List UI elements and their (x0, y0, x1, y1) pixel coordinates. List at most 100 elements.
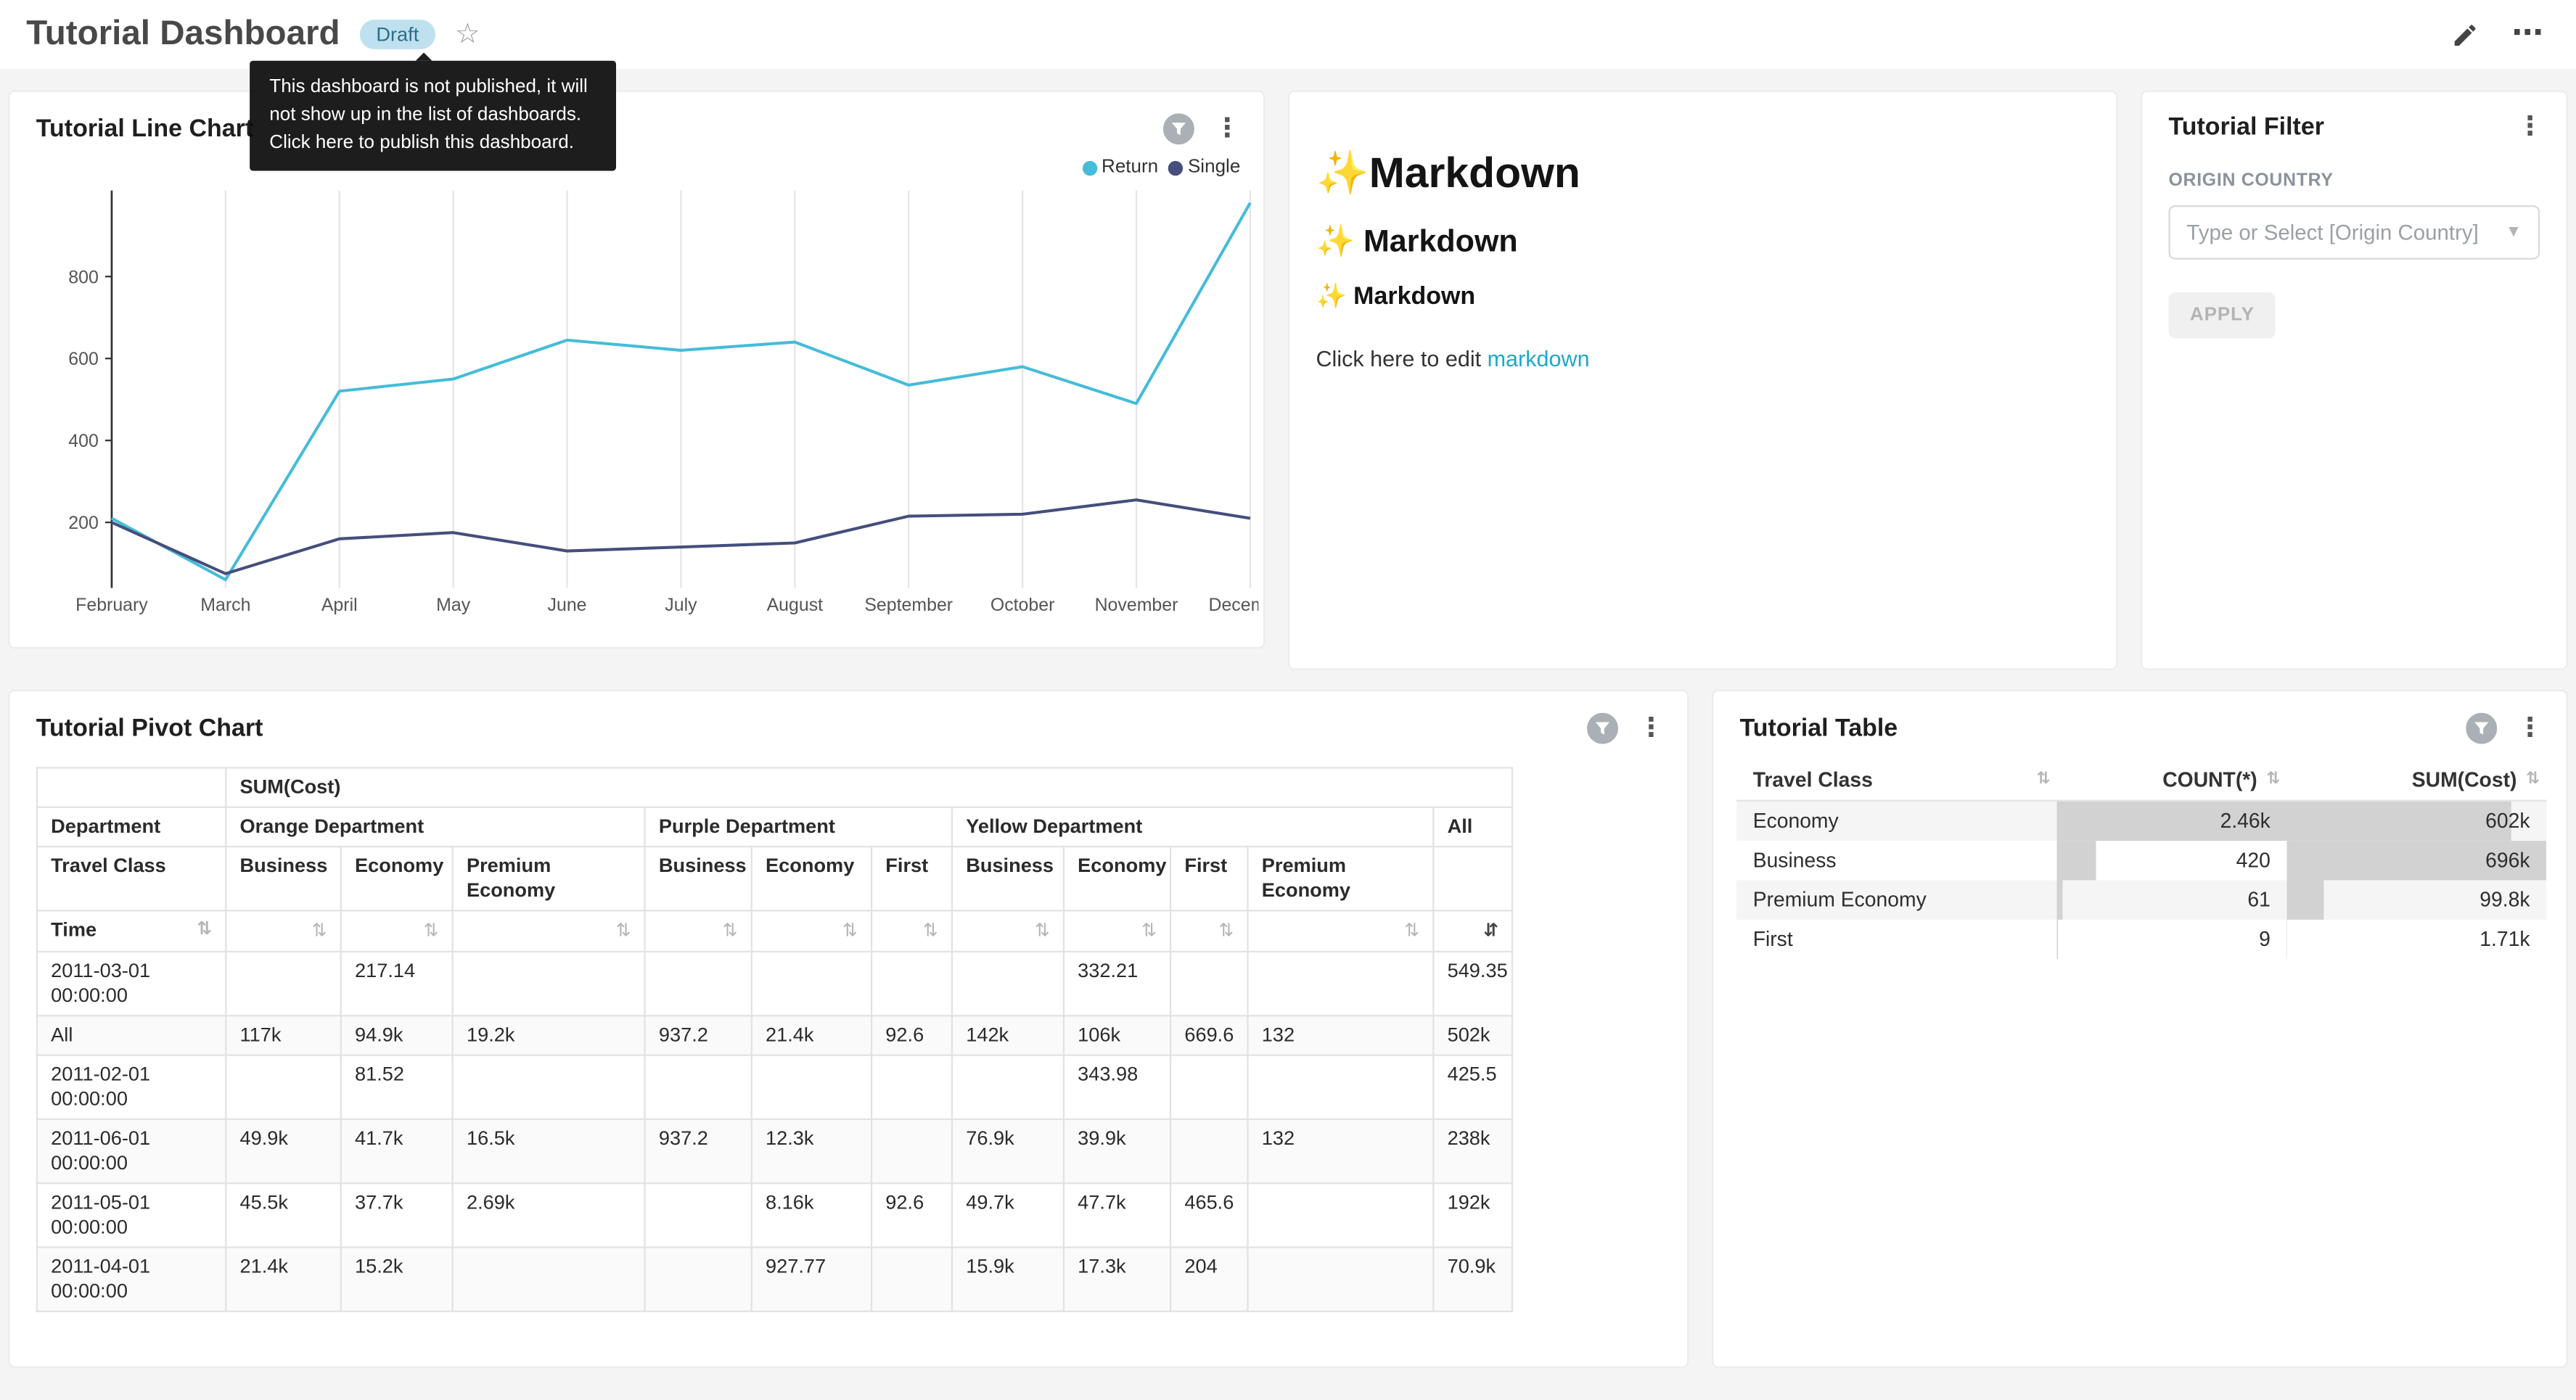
pivot-cell: 937.2 (645, 1119, 752, 1183)
table-cell-count: 61 (2057, 881, 2287, 920)
pivot-cell: 465.6 (1170, 1183, 1247, 1247)
sort-icon[interactable]: ⇅ (1141, 921, 1157, 941)
markdown-heading-2: ✨ Markdown (1316, 222, 2089, 261)
filter-indicator-icon[interactable] (2466, 713, 2497, 744)
pivot-cell: 94.9k (341, 1016, 453, 1055)
legend-item-return[interactable]: Return (1082, 157, 1158, 177)
pivot-cell: 217.14 (341, 952, 453, 1016)
favorite-star-icon[interactable]: ☆ (455, 18, 480, 51)
sort-icon[interactable]: ⇅ (842, 921, 858, 941)
sort-icon[interactable]: ⇅ (923, 921, 938, 941)
x-tick-label: September (864, 595, 953, 615)
table-row: Economy2.46k602k (1736, 801, 2546, 841)
table-cell-sum: 99.8k (2286, 881, 2546, 920)
pivot-cell (871, 1248, 952, 1312)
tutorial-table-card: Tutorial Table ⋮ Travel Class⇅ COUNT(*)⇅… (1712, 690, 2568, 1368)
sort-icon[interactable]: ⇅ (2526, 770, 2540, 788)
table-cell-sum: 696k (2286, 841, 2546, 880)
pivot-cell: 92.6 (871, 1016, 952, 1055)
table-title: Tutorial Table (1740, 715, 1898, 742)
line-chart-svg: FebruaryMarchAprilMayJuneJulyAugustSepte… (10, 178, 1259, 625)
kebab-menu-icon[interactable]: ⋮ (1638, 717, 1664, 740)
pivot-cell: 132 (1248, 1119, 1434, 1183)
pivot-sort-row: Time⇅⇅⇅⇅⇅⇅⇅⇅⇅⇅⇅⇵ (37, 910, 1512, 952)
pivot-cell: 92.6 (871, 1183, 952, 1247)
edit-dashboard-icon[interactable] (2451, 20, 2479, 48)
pivot-cell (645, 952, 752, 1016)
table-card-head: Tutorial Table ⋮ (1713, 691, 2566, 744)
filter-title: Tutorial Filter (2168, 113, 2323, 141)
col-header-travel-class[interactable]: Travel Class⇅ (1736, 760, 2056, 800)
tutorial-table: Travel Class⇅ COUNT(*)⇅ SUM(Cost)⇅ Econo… (1736, 760, 2546, 959)
pivot-sort-cell: ⇅ (1170, 910, 1247, 952)
pivot-col-header (1433, 847, 1512, 910)
pivot-cell (226, 952, 340, 1016)
col-header-sum-cost[interactable]: SUM(Cost)⇅ (2286, 760, 2546, 800)
pivot-cell: 47.7k (1064, 1183, 1170, 1247)
publish-tooltip[interactable]: This dashboard is not published, it will… (250, 61, 616, 171)
pivot-cell: 15.9k (952, 1248, 1064, 1312)
filter-card-head: Tutorial Filter ⋮ (2142, 92, 2566, 141)
sort-icon[interactable]: ⇅ (197, 918, 212, 943)
pivot-card-head: Tutorial Pivot Chart ⋮ (10, 691, 1688, 744)
sort-icon[interactable]: ⇅ (1404, 921, 1419, 941)
pivot-cell (453, 1248, 645, 1312)
pivot-row: 2011-02-01 00:00:0081.52343.98425.5 (37, 1055, 1512, 1119)
table-cell-count: 2.46k (2057, 801, 2287, 841)
pivot-sort-cell: ⇅ (226, 910, 340, 952)
header-actions: ⋯ (2451, 20, 2576, 48)
filter-indicator-icon[interactable] (1163, 113, 1194, 144)
kebab-menu-icon[interactable]: ⋮ (2516, 717, 2543, 740)
tutorial-line-chart-card: Tutorial Line Chart ⋮ Return Single Febru… (8, 91, 1265, 649)
sort-icon[interactable]: ⇅ (2036, 770, 2050, 788)
sort-icon[interactable]: ⇅ (312, 921, 327, 941)
kebab-menu-icon[interactable]: ⋮ (2516, 116, 2543, 139)
sort-icon[interactable]: ⇅ (1035, 921, 1050, 941)
pivot-cell: 49.9k (226, 1119, 340, 1183)
pivot-all-header: All (1433, 807, 1512, 847)
pivot-time-header[interactable]: Time⇅ (37, 910, 226, 952)
pivot-cell (453, 952, 645, 1016)
x-tick-label: November (1095, 595, 1178, 615)
table-cell-sum: 1.71k (2286, 920, 2546, 959)
publish-tooltip-text: This dashboard is not published, it will… (269, 77, 588, 152)
sort-icon[interactable]: ⇅ (616, 921, 631, 941)
pivot-cell: 8.16k (752, 1183, 871, 1247)
markdown-edit-link[interactable]: markdown (1488, 347, 1590, 371)
pivot-cell: 549.35 (1433, 952, 1512, 1016)
more-options-icon[interactable]: ⋯ (2512, 26, 2543, 43)
chevron-down-icon: ▼ (2506, 223, 2522, 242)
col-header-count[interactable]: COUNT(*)⇅ (2057, 760, 2287, 800)
y-tick-label: 400 (68, 431, 99, 451)
sort-icon[interactable]: ⇅ (424, 921, 439, 941)
pivot-cell: 332.21 (1064, 952, 1170, 1016)
pivot-cell (952, 1055, 1064, 1119)
line-chart-card-head: Tutorial Line Chart ⋮ (10, 92, 1263, 144)
pivot-group-header: Yellow Department (952, 807, 1433, 847)
origin-country-select[interactable]: Type or Select [Origin Country] ▼ (2168, 205, 2540, 260)
markdown-heading-3: ✨ Markdown (1316, 281, 2089, 310)
pivot-cell: 37.7k (341, 1183, 453, 1247)
table-row: Business420696k (1736, 841, 2546, 880)
sort-icon[interactable]: ⇅ (723, 921, 738, 941)
pivot-metric-row: SUM(Cost) (37, 767, 1512, 807)
pivot-cell: 41.7k (341, 1119, 453, 1183)
y-tick-label: 200 (68, 513, 99, 533)
select-placeholder: Type or Select [Origin Country] (2186, 220, 2478, 244)
pivot-col-header: Premium Economy (1248, 847, 1434, 910)
apply-button[interactable]: APPLY (2168, 292, 2276, 338)
pivot-cell: 502k (1433, 1016, 1512, 1055)
sort-icon[interactable]: ⇅ (2266, 770, 2280, 788)
pivot-title: Tutorial Pivot Chart (36, 715, 263, 742)
legend-item-single[interactable]: Single (1168, 157, 1241, 177)
pivot-cell: 927.77 (752, 1248, 871, 1312)
pivot-sort-cell: ⇅ (1064, 910, 1170, 952)
pivot-cell (1170, 1055, 1247, 1119)
pivot-cell: 425.5 (1433, 1055, 1512, 1119)
pivot-cell (1248, 1183, 1434, 1247)
sort-icon[interactable]: ⇅ (1218, 921, 1234, 941)
filter-indicator-icon[interactable] (1587, 713, 1618, 744)
status-badge-draft[interactable]: Draft (360, 20, 435, 49)
sort-desc-icon[interactable]: ⇵ (1483, 921, 1498, 941)
kebab-menu-icon[interactable]: ⋮ (1214, 118, 1240, 141)
